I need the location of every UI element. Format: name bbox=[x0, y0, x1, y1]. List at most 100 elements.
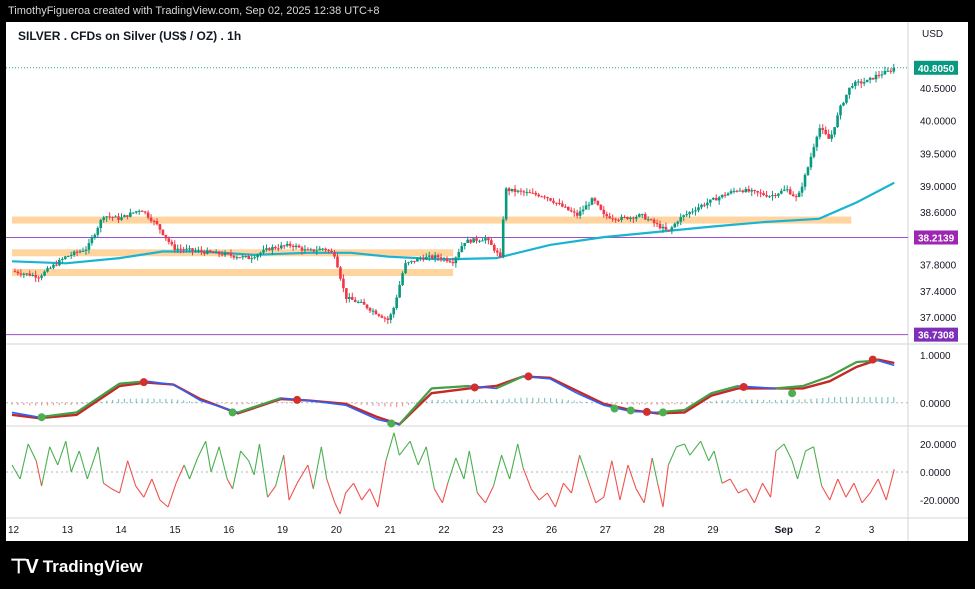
osc2-line-segment bbox=[708, 450, 715, 462]
candle-body bbox=[410, 260, 413, 263]
osc2-line-segment bbox=[127, 460, 137, 487]
candle-body bbox=[52, 264, 55, 268]
candle-body bbox=[114, 216, 117, 218]
candle-body bbox=[386, 318, 390, 320]
osc2-line-segment bbox=[783, 443, 793, 462]
candle-body bbox=[575, 212, 579, 216]
candle-body bbox=[315, 250, 319, 252]
candle-body bbox=[581, 209, 585, 212]
candle-body bbox=[422, 258, 425, 260]
candle-body bbox=[540, 196, 543, 198]
candle-body bbox=[155, 221, 159, 225]
candle-body bbox=[652, 219, 656, 224]
candle-body bbox=[424, 256, 428, 260]
currency-label: USD bbox=[922, 29, 943, 40]
tradingview-logo[interactable]: ⊤V TradingView bbox=[10, 554, 143, 579]
candle-body bbox=[587, 204, 591, 206]
candle-body bbox=[555, 202, 558, 204]
candle-body bbox=[345, 288, 348, 299]
osc2-line-segment bbox=[501, 455, 511, 480]
candle-body bbox=[211, 252, 215, 254]
candle-body bbox=[685, 214, 688, 216]
price-chart-svg[interactable]: 1.0000 0.0000 20.0000 0.0000 -20.0000 40.50… bbox=[6, 22, 968, 541]
osc2-line-segment bbox=[417, 446, 427, 466]
osc2-line-segment bbox=[753, 482, 764, 504]
time-axis-label: 15 bbox=[169, 525, 181, 536]
candle-body bbox=[877, 74, 881, 76]
candle-body bbox=[404, 263, 407, 274]
candle-body bbox=[191, 248, 194, 251]
osc2-line-segment bbox=[476, 492, 486, 504]
candle-body bbox=[602, 209, 606, 215]
candle-body bbox=[815, 136, 819, 148]
candle-body bbox=[353, 299, 357, 303]
candle-body bbox=[43, 271, 46, 276]
osc1-cross-marker bbox=[642, 407, 651, 416]
candle-body bbox=[868, 77, 872, 80]
candle-body bbox=[475, 238, 478, 241]
osc2-line-segment bbox=[393, 432, 400, 456]
candle-body bbox=[389, 314, 393, 320]
candle-body bbox=[484, 238, 487, 241]
osc2-line-segment bbox=[796, 450, 807, 480]
candle-body bbox=[809, 156, 813, 168]
osc2-line-segment bbox=[441, 483, 449, 503]
candle-body bbox=[818, 128, 822, 137]
candle-body bbox=[457, 252, 461, 258]
candle-body bbox=[519, 190, 523, 192]
osc2-line-segment bbox=[509, 443, 519, 480]
candle-body bbox=[531, 192, 535, 194]
candle-body bbox=[58, 259, 61, 266]
candle-body bbox=[205, 250, 209, 254]
candle-body bbox=[102, 217, 106, 221]
chart-area[interactable]: 1.0000 0.0000 20.0000 0.0000 -20.0000 40.50… bbox=[6, 22, 968, 541]
candle-body bbox=[253, 257, 256, 259]
candle-body bbox=[69, 254, 73, 256]
time-axis-label: 16 bbox=[223, 525, 235, 536]
osc2-line-segment bbox=[447, 457, 457, 484]
candle-body bbox=[750, 190, 754, 192]
candle-body bbox=[842, 102, 845, 106]
candle-body bbox=[806, 167, 810, 175]
candle-body bbox=[203, 251, 206, 254]
time-axis-label: 22 bbox=[438, 525, 450, 536]
candle-body bbox=[398, 284, 401, 298]
time-axis-label: 27 bbox=[600, 525, 612, 536]
candle-body bbox=[40, 275, 43, 278]
candle-body bbox=[78, 251, 82, 253]
candle-body bbox=[711, 198, 715, 200]
osc2-line-segment bbox=[111, 488, 120, 494]
candle-body bbox=[309, 249, 313, 251]
candle-body bbox=[525, 192, 529, 194]
osc2-line-segment bbox=[791, 460, 799, 480]
time-axis-label: 26 bbox=[546, 525, 558, 536]
time-axis-label: 21 bbox=[385, 525, 397, 536]
candle-body bbox=[510, 188, 514, 192]
osc2-line-segment bbox=[210, 446, 220, 473]
osc2-line-segment bbox=[19, 443, 29, 480]
candle-body bbox=[31, 274, 35, 276]
candle-body bbox=[747, 188, 751, 192]
candle-body bbox=[377, 314, 381, 316]
candle-body bbox=[566, 206, 570, 211]
candle-body bbox=[780, 190, 783, 194]
osc2-line-segment bbox=[885, 469, 895, 501]
osc2-line-segment bbox=[676, 443, 685, 448]
candle-body bbox=[81, 250, 85, 252]
candle-body bbox=[111, 216, 114, 218]
candle-body bbox=[167, 238, 171, 242]
osc1-cross-marker bbox=[293, 395, 302, 404]
candle-body bbox=[797, 192, 801, 197]
candle-body bbox=[498, 252, 502, 258]
level-lower-badge: 36.7308 bbox=[918, 331, 955, 342]
candle-body bbox=[265, 248, 268, 250]
candle-body bbox=[507, 188, 511, 192]
candle-body bbox=[140, 210, 144, 212]
osc2-line-segment bbox=[689, 440, 702, 456]
candle-body bbox=[463, 242, 467, 247]
osc2-line-segment bbox=[189, 457, 199, 480]
osc2-line-segment bbox=[339, 492, 347, 515]
candle-body bbox=[501, 219, 505, 258]
candle-body bbox=[19, 273, 23, 275]
candle-body bbox=[854, 81, 857, 87]
